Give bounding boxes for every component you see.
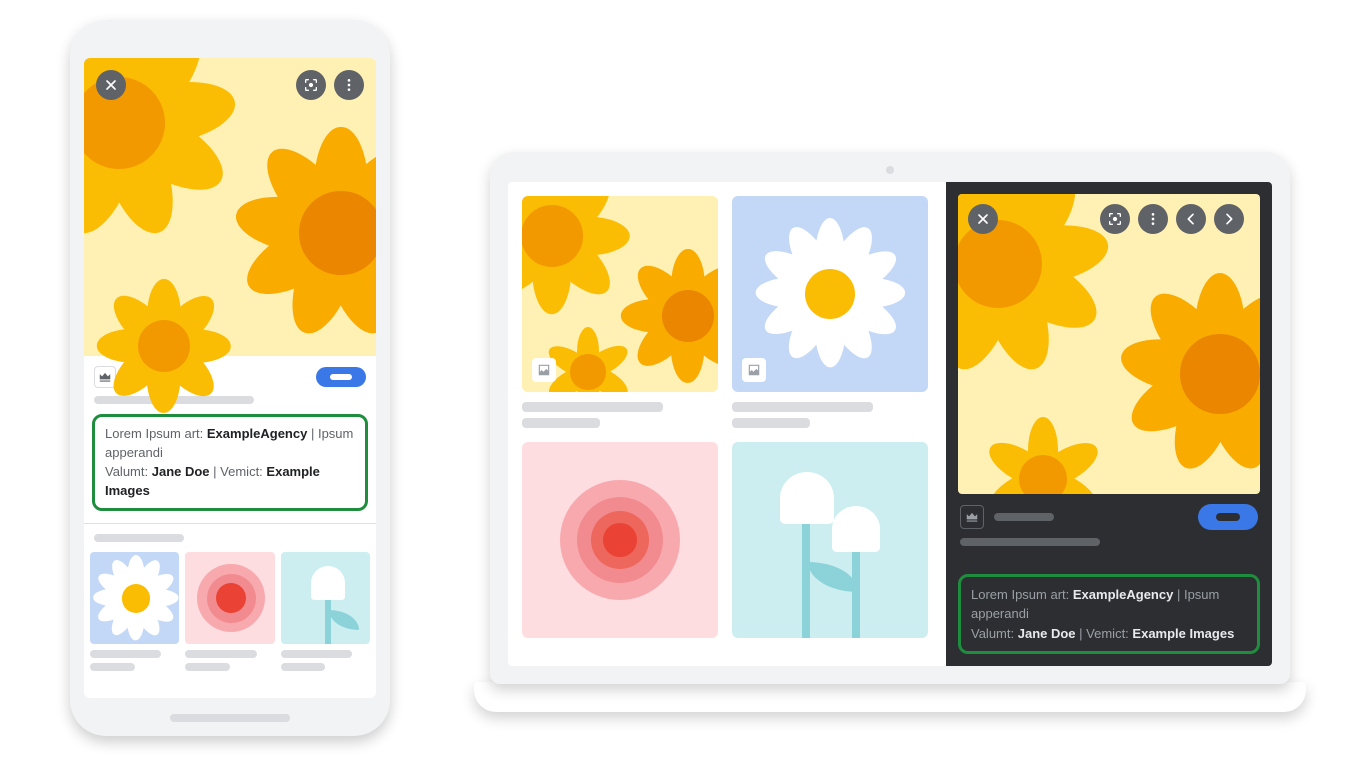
credit-valumt-label: Valumt: xyxy=(105,464,148,479)
credit-art-label: Lorem Ipsum art: xyxy=(105,426,203,441)
credit-art-label: Lorem Ipsum art: xyxy=(971,587,1069,602)
lens-icon[interactable] xyxy=(1100,204,1130,234)
chevron-right-icon[interactable] xyxy=(1214,204,1244,234)
more-vertical-icon[interactable] xyxy=(1138,204,1168,234)
credit-agency: ExampleAgency xyxy=(207,426,307,441)
image-results-grid xyxy=(508,182,946,666)
mobile-hero-image xyxy=(84,58,376,356)
result-tile[interactable] xyxy=(522,196,718,428)
credit-author: Jane Doe xyxy=(1018,626,1076,641)
image-credit-highlight: Lorem Ipsum art: ExampleAgency | Ipsum a… xyxy=(92,414,368,511)
related-thumb[interactable] xyxy=(281,552,370,644)
lens-icon[interactable] xyxy=(296,70,326,100)
phone-screen: Lorem Ipsum art: ExampleAgency | Ipsum a… xyxy=(84,58,376,698)
laptop-device-frame: Lorem Ipsum art: ExampleAgency | Ipsum a… xyxy=(474,152,1306,712)
chevron-left-icon[interactable] xyxy=(1176,204,1206,234)
more-vertical-icon[interactable] xyxy=(334,70,364,100)
source-name-placeholder xyxy=(994,513,1054,521)
related-thumb[interactable] xyxy=(185,552,274,644)
action-button[interactable] xyxy=(1198,504,1258,530)
crown-icon xyxy=(960,505,984,529)
viewer-hero-image xyxy=(958,194,1260,494)
result-tile[interactable] xyxy=(732,196,928,428)
image-icon xyxy=(532,358,556,382)
credit-separator: | xyxy=(311,426,318,441)
laptop-base xyxy=(474,682,1306,712)
credit-author: Jane Doe xyxy=(152,464,210,479)
credit-source: Example Images xyxy=(1132,626,1234,641)
phone-device-frame: Lorem Ipsum art: ExampleAgency | Ipsum a… xyxy=(70,20,390,736)
credit-agency: ExampleAgency xyxy=(1073,587,1173,602)
credit-separator: | xyxy=(1177,587,1184,602)
close-icon[interactable] xyxy=(96,70,126,100)
action-button[interactable] xyxy=(316,367,366,387)
image-viewer-panel: Lorem Ipsum art: ExampleAgency | Ipsum a… xyxy=(946,182,1272,666)
related-thumbnails xyxy=(84,552,376,644)
title-placeholder xyxy=(960,538,1100,546)
result-tile[interactable] xyxy=(732,442,928,638)
laptop-screen: Lorem Ipsum art: ExampleAgency | Ipsum a… xyxy=(508,182,1272,666)
home-indicator xyxy=(170,714,290,722)
credit-vemict-label: Vemict: xyxy=(220,464,263,479)
image-credit-highlight: Lorem Ipsum art: ExampleAgency | Ipsum a… xyxy=(958,574,1260,655)
viewer-source-row xyxy=(958,494,1260,534)
image-icon xyxy=(742,358,766,382)
webcam xyxy=(886,166,894,174)
credit-vemict-label: Vemict: xyxy=(1086,626,1129,641)
close-icon[interactable] xyxy=(968,204,998,234)
related-captions xyxy=(84,644,376,671)
related-header-placeholder xyxy=(94,534,184,542)
divider xyxy=(84,523,376,524)
credit-valumt-label: Valumt: xyxy=(971,626,1014,641)
related-thumb[interactable] xyxy=(90,552,179,644)
result-tile[interactable] xyxy=(522,442,718,638)
